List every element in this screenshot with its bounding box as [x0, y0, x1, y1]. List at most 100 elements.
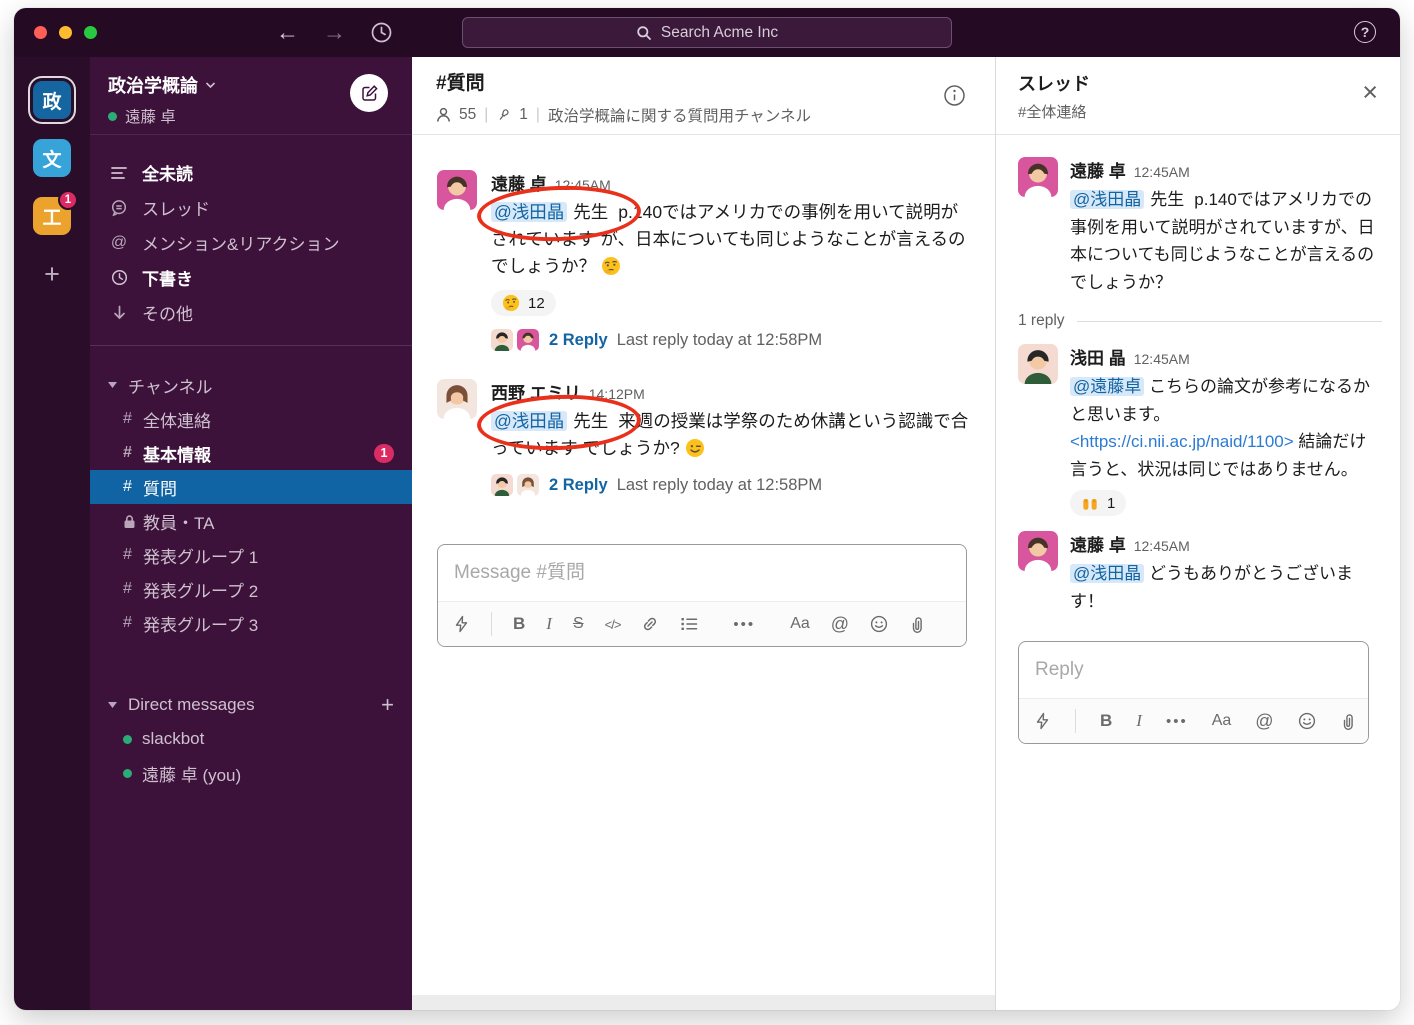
- reply-count-link[interactable]: 2 Reply: [549, 476, 608, 495]
- history-back-button[interactable]: ←: [276, 21, 299, 44]
- avatar-nishino[interactable]: [437, 379, 477, 419]
- reply-input[interactable]: [1019, 642, 1368, 698]
- message-time[interactable]: 14:12PM: [589, 386, 645, 402]
- ordered-list-icon[interactable]: [680, 616, 698, 632]
- thread-reply-asada: 浅田 晶 12:45AM @遠藤卓 こちらの論文が参考になるかと思います。 <h…: [1018, 344, 1382, 517]
- close-icon[interactable]: ×: [1362, 79, 1378, 106]
- history-clock-icon[interactable]: [370, 21, 393, 44]
- channel-item-shitsumon-selected[interactable]: # 質問: [90, 470, 412, 504]
- channel-item-zentai[interactable]: # 全体連絡: [90, 402, 412, 436]
- bold-button[interactable]: B: [1100, 711, 1112, 731]
- new-message-button[interactable]: [350, 74, 388, 112]
- more-options-button[interactable]: •••: [733, 616, 755, 633]
- mention-asada[interactable]: @浅田晶: [1070, 190, 1144, 209]
- channel-item-group3[interactable]: # 発表グループ 3: [90, 606, 412, 640]
- mention-endo[interactable]: @遠藤卓: [1070, 377, 1144, 396]
- sidebar-item-drafts[interactable]: 下書き: [90, 260, 412, 295]
- workspace-switcher-2[interactable]: 文: [33, 139, 71, 177]
- text-format-button[interactable]: Aa: [1212, 712, 1232, 730]
- workspace-switcher-3[interactable]: 工 1: [33, 197, 71, 235]
- message-time[interactable]: 12:45AM: [1134, 164, 1190, 180]
- sidebar-item-more[interactable]: その他: [90, 295, 412, 330]
- mention-button[interactable]: @: [831, 614, 849, 635]
- strikethrough-button[interactable]: S: [573, 615, 584, 633]
- message-text: @浅田晶 どうもありがとうございます！: [1070, 560, 1382, 615]
- mention-asada[interactable]: @浅田晶: [491, 202, 567, 222]
- minimize-window-button[interactable]: [59, 26, 72, 39]
- channel-item-group1[interactable]: # 発表グループ 1: [90, 538, 412, 572]
- lock-icon: [123, 514, 143, 529]
- message-author[interactable]: 遠藤 卓: [1070, 157, 1126, 182]
- lightning-icon[interactable]: [1034, 712, 1051, 730]
- help-button[interactable]: ?: [1354, 21, 1376, 43]
- workspace-switcher-active[interactable]: 政: [33, 81, 71, 119]
- channel-item-kihon[interactable]: # 基本情報 1: [90, 436, 412, 470]
- channel-item-kyoin-ta[interactable]: 教員・TA: [90, 504, 412, 538]
- italic-button[interactable]: I: [1136, 711, 1142, 731]
- code-button[interactable]: </>: [605, 617, 621, 632]
- close-window-button[interactable]: [34, 26, 47, 39]
- dm-header[interactable]: Direct messages +: [90, 688, 412, 722]
- info-icon: [942, 83, 967, 108]
- reaction-count: 1: [1107, 495, 1115, 512]
- message-time[interactable]: 12:45AM: [1134, 351, 1190, 367]
- link-icon[interactable]: [641, 615, 659, 633]
- attachment-icon[interactable]: [909, 615, 925, 633]
- channel-info-button[interactable]: [942, 83, 967, 108]
- avatar-endo[interactable]: [1018, 531, 1058, 571]
- avatar-asada[interactable]: [1018, 344, 1058, 384]
- sidebar-item-all-unread[interactable]: 全未読: [90, 155, 412, 190]
- presence-dot: [123, 735, 132, 744]
- message-input[interactable]: [438, 545, 966, 601]
- reply-count-link[interactable]: 2 Reply: [549, 331, 608, 350]
- channels-header[interactable]: チャンネル: [90, 368, 412, 402]
- channel-pane: #質問 55 | 1 | 政治学概論に関する質問用チャンネル: [412, 57, 995, 1010]
- message-time[interactable]: 12:45AM: [555, 177, 611, 193]
- avatar-endo[interactable]: [437, 170, 477, 210]
- emoji-icon[interactable]: [1298, 712, 1316, 730]
- add-dm-button[interactable]: +: [381, 692, 394, 718]
- mention-button[interactable]: @: [1255, 711, 1273, 732]
- italic-button[interactable]: I: [546, 614, 552, 634]
- reaction-pill[interactable]: 12: [491, 290, 556, 316]
- last-reply-time: Last reply today at 12:58PM: [617, 476, 822, 495]
- avatar-nishino: [517, 474, 539, 496]
- pin-count[interactable]: 1: [519, 106, 528, 124]
- text-format-button[interactable]: Aa: [790, 615, 810, 633]
- thread-preview[interactable]: 2 Reply Last reply today at 12:58PM: [491, 329, 971, 351]
- message-time[interactable]: 12:45AM: [1134, 538, 1190, 554]
- mention-asada[interactable]: @浅田晶: [491, 411, 567, 431]
- attachment-icon[interactable]: [1340, 712, 1356, 730]
- avatar-endo[interactable]: [1018, 157, 1058, 197]
- message-author[interactable]: 遠藤 卓: [491, 170, 547, 195]
- search-input[interactable]: Search Acme Inc: [462, 17, 952, 48]
- zoom-window-button[interactable]: [84, 26, 97, 39]
- reaction-pill[interactable]: 1: [1070, 490, 1126, 516]
- emoji-icon[interactable]: [870, 615, 888, 633]
- cinii-link[interactable]: <https://ci.nii.ac.jp/naid/1100>: [1070, 432, 1294, 451]
- add-workspace-button[interactable]: +: [44, 259, 60, 290]
- lightning-icon[interactable]: [453, 615, 470, 633]
- member-count[interactable]: 55: [459, 106, 476, 124]
- history-forward-button[interactable]: →: [323, 21, 346, 44]
- message-author[interactable]: 遠藤 卓: [1070, 531, 1126, 556]
- thinking-face-emoji: [601, 256, 621, 276]
- message-author[interactable]: 西野 エミリ: [491, 379, 581, 404]
- message-author[interactable]: 浅田 晶: [1070, 344, 1126, 369]
- search-icon: [636, 25, 652, 41]
- mention-asada[interactable]: @浅田晶: [1070, 564, 1144, 583]
- dm-item-self[interactable]: 遠藤 卓 (you): [90, 756, 412, 790]
- channel-title: #質問: [436, 68, 971, 95]
- sidebar-item-mentions[interactable]: @ メンション&リアクション: [90, 225, 412, 260]
- channel-header: #質問 55 | 1 | 政治学概論に関する質問用チャンネル: [412, 57, 995, 135]
- channel-item-group2[interactable]: # 発表グループ 2: [90, 572, 412, 606]
- sidebar-item-threads[interactable]: スレッド: [90, 190, 412, 225]
- bold-button[interactable]: B: [513, 614, 525, 634]
- more-options-button[interactable]: •••: [1166, 713, 1188, 730]
- lines-icon: [108, 166, 130, 180]
- thread-preview[interactable]: 2 Reply Last reply today at 12:58PM: [491, 474, 971, 496]
- traffic-lights: [34, 26, 97, 39]
- dm-item-slackbot[interactable]: slackbot: [90, 722, 412, 756]
- sidebar-nav: 全未読 スレッド @ メンション&リアクション 下書き: [90, 135, 412, 330]
- thread-channel[interactable]: #全体連絡: [1018, 101, 1380, 122]
